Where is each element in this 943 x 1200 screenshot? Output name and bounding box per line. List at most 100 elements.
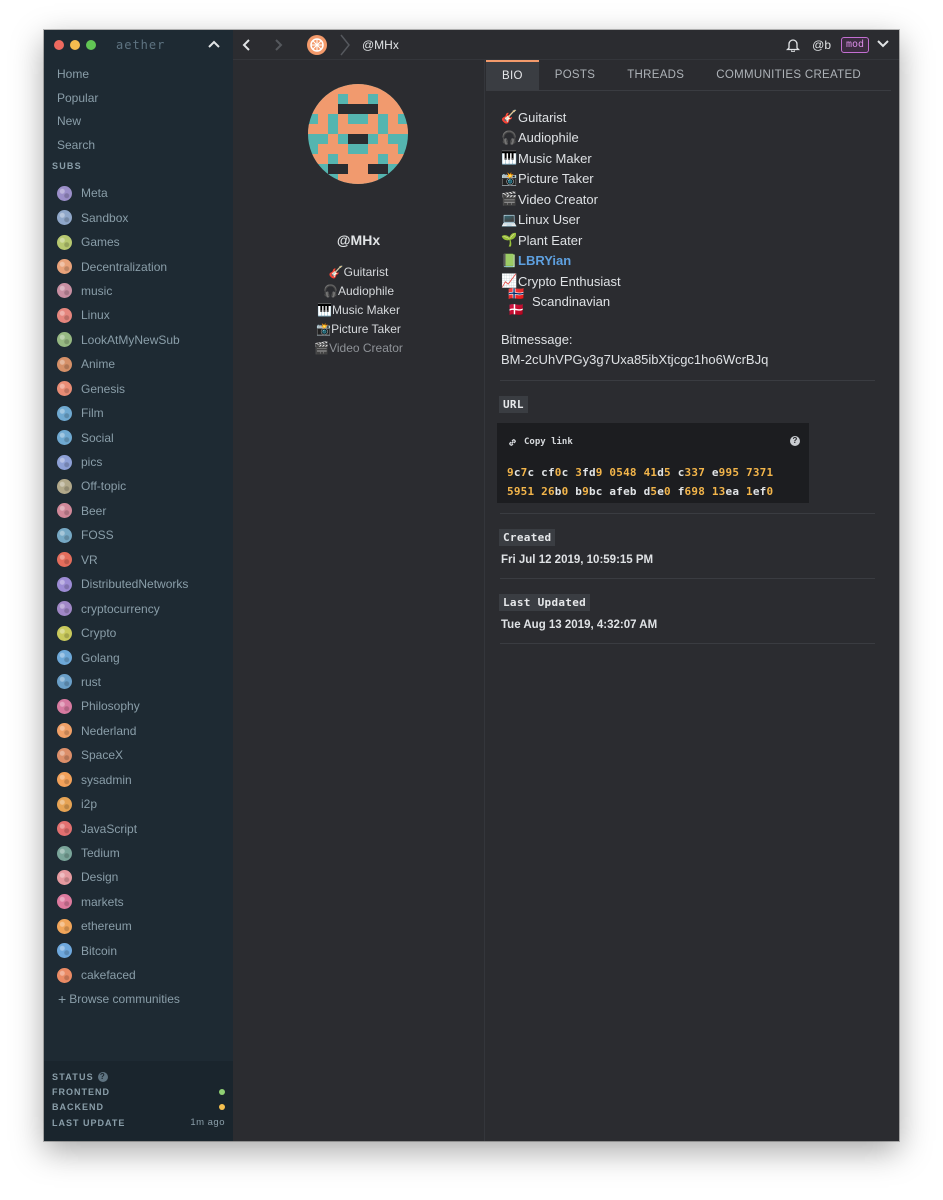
- back-arrow-icon[interactable]: [242, 38, 252, 52]
- profile-bio-text: Picture Taker: [331, 322, 401, 336]
- browse-communities-link[interactable]: + Browse communities: [44, 987, 233, 1011]
- sub-avatar-icon: [57, 185, 72, 201]
- close-window-dot[interactable]: [54, 40, 64, 50]
- status-last-update: LAST UPDATE 1m ago: [52, 1115, 225, 1131]
- tab-threads[interactable]: THREADS: [611, 60, 700, 90]
- headphones-icon: 🎧: [323, 284, 338, 298]
- sidebar-sub-item[interactable]: pics: [44, 450, 233, 474]
- sidebar-sub-item[interactable]: Golang: [44, 645, 233, 669]
- sidebar-sub-item[interactable]: Tedium: [44, 841, 233, 865]
- link-icon: [509, 438, 516, 446]
- sidebar-sub-label: Film: [81, 406, 104, 421]
- updated-section: Last Updated Tue Aug 13 2019, 4:32:07 AM: [486, 593, 899, 631]
- sidebar-sub-item[interactable]: Nederland: [44, 719, 233, 743]
- minimize-window-dot[interactable]: [70, 40, 80, 50]
- sidebar-sub-label: Bitcoin: [81, 943, 118, 958]
- sidebar-sub-item[interactable]: markets: [44, 890, 233, 914]
- nav-home[interactable]: Home: [44, 63, 233, 87]
- bell-icon[interactable]: [786, 38, 800, 52]
- sidebar-sub-item[interactable]: Genesis: [44, 377, 233, 401]
- sidebar-sub-item[interactable]: i2p: [44, 792, 233, 816]
- profile-name: @MHx: [336, 232, 381, 248]
- tab-communities-created[interactable]: COMMUNITIES CREATED: [700, 60, 877, 90]
- sidebar-sub-item[interactable]: SpaceX: [44, 743, 233, 767]
- sub-avatar-icon: [57, 650, 72, 666]
- sidebar-sub-item[interactable]: Philosophy: [44, 694, 233, 718]
- bio-line: 💻 Linux User: [501, 210, 899, 231]
- sidebar-sub-item[interactable]: Off-topic: [44, 474, 233, 498]
- sidebar-sub-label: VR: [81, 552, 98, 567]
- subs-list: Meta Sandbox Games Decentralization music Lin…: [44, 181, 233, 987]
- sidebar-sub-item[interactable]: cryptocurrency: [44, 596, 233, 620]
- status-frontend-label: FRONTEND: [52, 1086, 110, 1097]
- sidebar-sub-item[interactable]: Beer: [44, 499, 233, 523]
- created-label: Created: [499, 529, 556, 546]
- created-section: Created Fri Jul 12 2019, 10:59:15 PM: [486, 528, 899, 566]
- hash-group: 0548: [609, 466, 637, 479]
- sidebar-sub-label: JavaScript: [81, 821, 138, 836]
- tab-bio[interactable]: BIO: [486, 60, 539, 90]
- tab-posts[interactable]: POSTS: [539, 60, 611, 90]
- maximize-window-dot[interactable]: [86, 40, 96, 50]
- nav-popular[interactable]: Popular: [44, 87, 233, 111]
- url-box: Copy link ? 9c7c cf0c 3fd9 0548 41d5 c33…: [497, 423, 809, 503]
- bio-line-link[interactable]: 📗 LBRYian: [501, 251, 899, 272]
- sidebar-sub-item[interactable]: DistributedNetworks: [44, 572, 233, 596]
- piano-icon: 🎹: [317, 303, 332, 317]
- nav-new[interactable]: New: [44, 110, 233, 134]
- sidebar-sub-label: rust: [81, 674, 102, 689]
- sidebar-sub-item[interactable]: Anime: [44, 352, 233, 376]
- chevron-down-icon[interactable]: [877, 39, 889, 49]
- copy-link-button[interactable]: Copy link: [507, 435, 799, 449]
- sidebar-sub-label: cryptocurrency: [81, 601, 160, 616]
- sidebar-sub-item[interactable]: rust: [44, 670, 233, 694]
- profile-bio-text: Music Maker: [331, 303, 400, 317]
- status-last-update-value: 1m ago: [190, 1117, 225, 1129]
- bio-line: 🎸 Guitarist: [501, 107, 899, 128]
- sidebar-sub-item[interactable]: JavaScript: [44, 816, 233, 840]
- hash-group: c337: [677, 466, 706, 479]
- app-window: aether Home Popular New Search SUBS Meta…: [44, 30, 899, 1141]
- sidebar-sub-label: pics: [81, 455, 103, 470]
- clapper-icon: 🎬: [501, 191, 518, 207]
- bio-section: 🎸 Guitarist 🎧 Audiophile 🎹 Music Maker 📸 Pic…: [486, 91, 899, 370]
- sidebar-sub-item[interactable]: sysadmin: [44, 768, 233, 792]
- sub-avatar-icon: [57, 967, 72, 983]
- profile-avatar: [308, 84, 408, 184]
- profile-bio-line: 🎹Music Maker: [233, 301, 484, 320]
- sidebar-sub-item[interactable]: LookAtMyNewSub: [44, 328, 233, 352]
- hash-group: 13ea: [711, 485, 740, 498]
- sidebar-sub-item[interactable]: Decentralization: [44, 254, 233, 278]
- sidebar-sub-label: Social: [81, 430, 114, 445]
- hash-group: 1ef0: [745, 485, 774, 498]
- bio-text: Audiophile: [518, 130, 579, 146]
- help-icon[interactable]: ?: [790, 436, 800, 446]
- sidebar-sub-item[interactable]: Bitcoin: [44, 939, 233, 963]
- sidebar-sub-item[interactable]: Social: [44, 425, 233, 449]
- seedling-icon: 🌱: [501, 232, 518, 248]
- sidebar-sub-label: LookAtMyNewSub: [81, 332, 180, 347]
- sidebar-sub-item[interactable]: cakefaced: [44, 963, 233, 987]
- help-icon[interactable]: ?: [97, 1072, 108, 1082]
- sub-avatar-icon: [57, 307, 72, 323]
- sidebar-sub-item[interactable]: Design: [44, 865, 233, 889]
- sidebar-sub-item[interactable]: VR: [44, 548, 233, 572]
- sidebar-sub-item[interactable]: music: [44, 279, 233, 303]
- sidebar-sub-item[interactable]: Linux: [44, 303, 233, 327]
- nav-search[interactable]: Search: [44, 134, 233, 158]
- forward-arrow-icon[interactable]: [273, 38, 283, 52]
- sidebar-sub-item[interactable]: Meta: [44, 181, 233, 205]
- sidebar-sub-item[interactable]: ethereum: [44, 914, 233, 938]
- sidebar-sub-item[interactable]: Film: [44, 401, 233, 425]
- sidebar-sub-item[interactable]: Games: [44, 230, 233, 254]
- chevron-up-icon[interactable]: [208, 39, 220, 49]
- lbryian-link[interactable]: LBRYian: [518, 253, 571, 268]
- url-hash-line-1: 9c7c cf0c 3fd9 0548 41d5 c337 e995 7371: [507, 463, 799, 482]
- sidebar-sub-item[interactable]: Sandbox: [44, 205, 233, 229]
- divider: [500, 513, 875, 514]
- current-user[interactable]: @b: [812, 30, 831, 60]
- updated-value: Tue Aug 13 2019, 4:32:07 AM: [501, 619, 658, 631]
- sidebar-sub-item[interactable]: FOSS: [44, 523, 233, 547]
- profile-bio-text: Guitarist: [343, 265, 389, 279]
- sidebar-sub-item[interactable]: Crypto: [44, 621, 233, 645]
